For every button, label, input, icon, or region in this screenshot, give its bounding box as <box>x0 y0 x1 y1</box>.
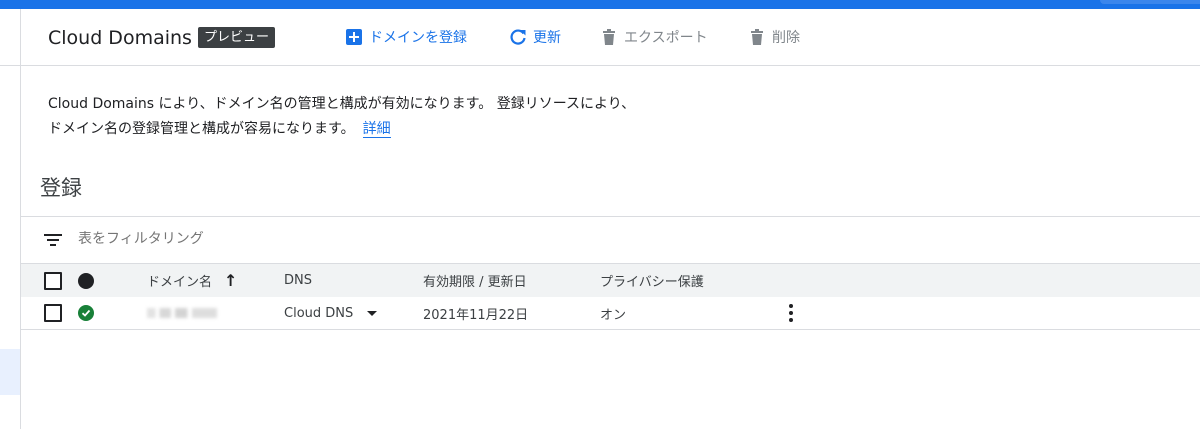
expiry-column-label: 有効期限 / 更新日 <box>423 275 527 290</box>
trash-icon <box>603 29 615 45</box>
description-text: Cloud Domains により、ドメイン名の管理と構成が有効になります。 登… <box>48 96 636 137</box>
export-button[interactable]: エクスポート <box>600 26 708 48</box>
left-nav <box>0 9 21 429</box>
checkmark-icon <box>81 309 91 317</box>
register-domain-label: ドメインを登録 <box>369 30 467 46</box>
row-checkbox-cell <box>44 297 62 329</box>
refresh-button[interactable]: 更新 <box>509 26 561 48</box>
trash-icon <box>751 29 763 45</box>
filter-bar <box>21 216 1200 263</box>
row-dns-cell[interactable]: Cloud DNS <box>284 297 378 329</box>
table-header: ドメイン名 ↑ DNS 有効期限 / 更新日 プライバシー保護 <box>21 263 1200 298</box>
row-privacy-cell: オン <box>600 297 626 329</box>
filter-input[interactable] <box>78 231 378 247</box>
row-menu-cell <box>789 297 793 329</box>
status-dot-icon <box>78 272 94 289</box>
select-all-checkbox[interactable] <box>44 271 62 290</box>
row-dns-value: Cloud DNS <box>284 305 354 321</box>
status-column-header <box>78 264 94 297</box>
description: Cloud Domains により、ドメイン名の管理と構成が有効になります。 登… <box>48 92 648 142</box>
expiry-column-header[interactable]: 有効期限 / 更新日 <box>423 264 527 297</box>
nav-divider <box>0 65 20 66</box>
row-expiry-cell: 2021年11月22日 <box>423 297 528 329</box>
row-status-cell <box>78 297 94 329</box>
section-title: 登録 <box>40 176 82 200</box>
dns-column-label: DNS <box>284 273 312 288</box>
more-vert-icon[interactable] <box>789 304 793 322</box>
row-domain-cell[interactable] <box>147 297 217 329</box>
domain-column-label: ドメイン名 <box>147 275 213 290</box>
privacy-column-header[interactable]: プライバシー保護 <box>600 264 704 297</box>
top-bar <box>0 0 1200 9</box>
page-header: Cloud Domains プレビュー ドメインを登録 更新 エクスポート 削除 <box>21 9 1200 66</box>
select-all-checkbox-cell <box>44 264 62 297</box>
arrow-up-icon[interactable]: ↑ <box>224 271 237 290</box>
delete-label: 削除 <box>772 30 800 46</box>
check-circle-icon <box>78 305 94 321</box>
refresh-label: 更新 <box>533 30 561 46</box>
register-domain-button[interactable]: ドメインを登録 <box>345 26 467 48</box>
delete-button[interactable]: 削除 <box>748 26 800 48</box>
table-row[interactable]: Cloud DNS 2021年11月22日 オン <box>21 297 1200 330</box>
row-expiry-value: 2021年11月22日 <box>423 307 529 323</box>
preview-badge: プレビュー <box>198 27 276 48</box>
refresh-icon <box>510 29 526 45</box>
nav-item-selected[interactable] <box>0 349 20 395</box>
learn-more-link[interactable]: 詳細 <box>362 121 391 138</box>
add-box-icon <box>346 29 362 45</box>
search-box-edge[interactable] <box>1100 0 1200 4</box>
domain-column-header[interactable]: ドメイン名 ↑ <box>147 264 237 297</box>
page-title: Cloud Domains <box>48 27 192 49</box>
export-label: エクスポート <box>624 30 708 46</box>
dropdown-arrow-icon[interactable] <box>367 310 378 316</box>
row-checkbox[interactable] <box>44 304 62 322</box>
redacted-domain-name <box>147 308 217 318</box>
filter-list-icon[interactable] <box>44 233 62 247</box>
dns-column-header[interactable]: DNS <box>284 264 312 297</box>
row-privacy-value: オン <box>600 307 627 323</box>
privacy-column-label: プライバシー保護 <box>600 275 704 290</box>
